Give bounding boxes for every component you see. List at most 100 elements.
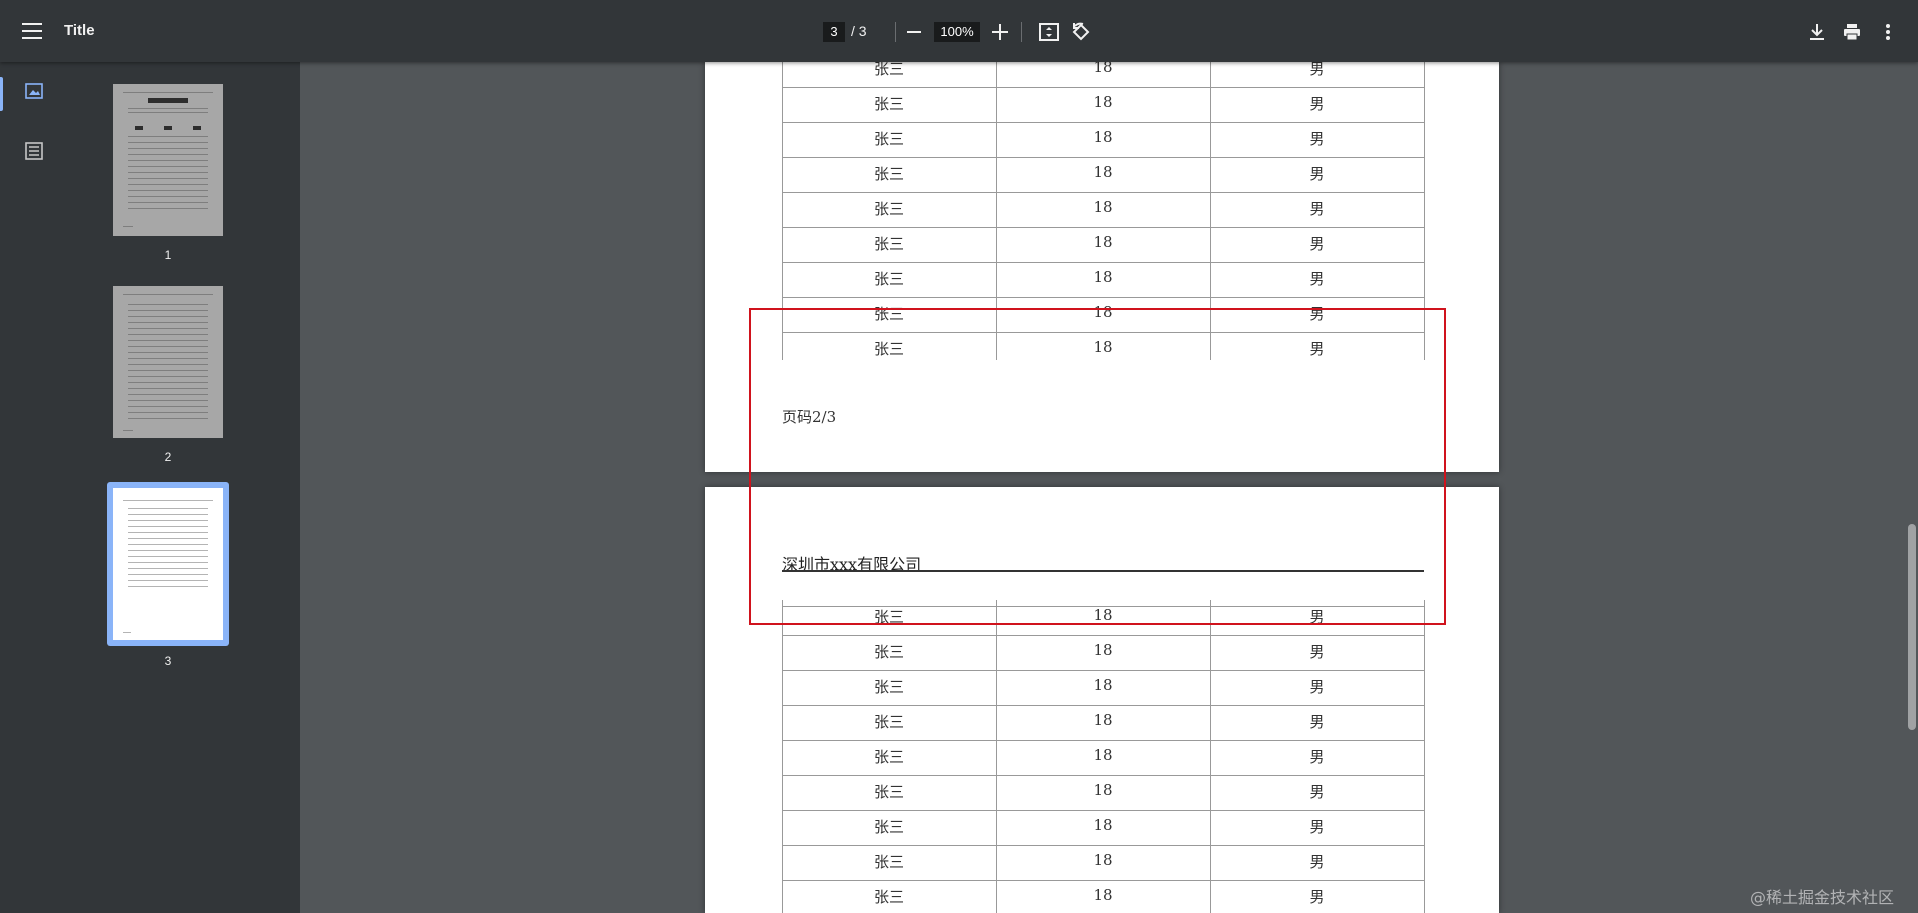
- table-row-border: [782, 810, 1424, 811]
- table-cell-gender: 男: [1309, 853, 1325, 871]
- vertical-scrollbar[interactable]: [1906, 62, 1918, 913]
- table-cell-name: 张三: [873, 818, 904, 836]
- table-cell-gender: 男: [1309, 340, 1325, 358]
- outline-view-icon[interactable]: [25, 142, 43, 160]
- table-row-border: [782, 227, 1424, 228]
- table-cell-name: 张三: [873, 713, 904, 731]
- table-row-border: [782, 845, 1424, 846]
- rotate-icon[interactable]: [1071, 22, 1091, 42]
- table-cell-age: 18: [1093, 198, 1113, 216]
- table-cell-gender: 男: [1309, 305, 1325, 323]
- table-row-border: [782, 705, 1424, 706]
- table-cell-age: 18: [1093, 641, 1113, 659]
- thumbnail-page-image: [113, 488, 223, 640]
- header-rule: [782, 570, 1424, 572]
- page-footer: 页码2/3: [782, 408, 837, 426]
- table-cell-gender: 男: [1309, 783, 1325, 801]
- thumbnail-page-1[interactable]: 1: [113, 84, 223, 274]
- table-cell-gender: 男: [1309, 608, 1325, 626]
- table-row-border: [782, 122, 1424, 123]
- table-column-border: [1210, 600, 1211, 913]
- table-column-border: [1424, 600, 1425, 913]
- table-cell-gender: 男: [1309, 678, 1325, 696]
- table-cell-gender: 男: [1309, 643, 1325, 661]
- table-cell-age: 18: [1093, 268, 1113, 286]
- table-row-border: [782, 635, 1424, 636]
- table-cell-gender: 男: [1309, 713, 1325, 731]
- toolbar-divider: [1021, 22, 1022, 42]
- zoom-input[interactable]: 100%: [934, 22, 980, 42]
- thumbnail-page-3[interactable]: 3: [107, 482, 229, 682]
- table-cell-age: 18: [1093, 233, 1113, 251]
- table-cell-name: 张三: [873, 643, 904, 661]
- table-cell-name: 张三: [873, 853, 904, 871]
- table-top-border: [782, 606, 1424, 607]
- thumbnails-view-icon[interactable]: [25, 83, 43, 99]
- zoom-in-icon[interactable]: [992, 24, 1008, 40]
- table-cell-gender: 男: [1309, 888, 1325, 906]
- table-cell-gender: 男: [1309, 235, 1325, 253]
- table-cell-name: 张三: [873, 200, 904, 218]
- table-cell-name: 张三: [873, 340, 904, 358]
- table-row-border: [782, 87, 1424, 88]
- table-row-border: [782, 880, 1424, 881]
- download-icon[interactable]: [1809, 23, 1825, 41]
- table-cell-name: 张三: [873, 235, 904, 253]
- table-cell-age: 18: [1093, 303, 1113, 321]
- print-icon[interactable]: [1843, 23, 1861, 41]
- more-options-icon[interactable]: [1885, 23, 1891, 41]
- table-cell-gender: 男: [1309, 165, 1325, 183]
- table-cell-age: 18: [1093, 338, 1113, 356]
- table-column-border: [782, 600, 783, 913]
- table-cell-name: 张三: [873, 270, 904, 288]
- thumbnail-page-image: [113, 286, 223, 438]
- thumbnail-sidebar: 1 2 3: [0, 62, 300, 913]
- table-cell-age: 18: [1093, 163, 1113, 181]
- table-row-border: [782, 670, 1424, 671]
- table-column-border: [996, 52, 997, 360]
- table-column-border: [1210, 52, 1211, 360]
- table-column-border: [1424, 52, 1425, 360]
- table-cell-gender: 男: [1309, 270, 1325, 288]
- scrollbar-thumb[interactable]: [1908, 524, 1916, 730]
- fit-page-icon[interactable]: [1039, 23, 1059, 41]
- table-cell-gender: 男: [1309, 748, 1325, 766]
- menu-icon[interactable]: [22, 23, 42, 39]
- thumbnail-page-image: [113, 84, 223, 236]
- thumbnail-label: 1: [164, 248, 172, 262]
- table-cell-age: 18: [1093, 781, 1113, 799]
- toolbar-divider: [895, 22, 896, 42]
- table-cell-name: 张三: [873, 748, 904, 766]
- table-row-border: [782, 297, 1424, 298]
- table-column-border: [782, 52, 783, 360]
- table-cell-age: 18: [1093, 128, 1113, 146]
- active-rail-indicator: [0, 77, 3, 111]
- table-cell-name: 张三: [873, 130, 904, 148]
- table-cell-age: 18: [1093, 93, 1113, 111]
- zoom-out-icon[interactable]: [907, 31, 921, 33]
- table-cell-age: 18: [1093, 606, 1113, 624]
- table-row-border: [782, 775, 1424, 776]
- thumbnail-label: 3: [164, 654, 172, 668]
- table-cell-gender: 男: [1309, 130, 1325, 148]
- table-cell-age: 18: [1093, 711, 1113, 729]
- table-cell-age: 18: [1093, 746, 1113, 764]
- pdf-page-3: 深圳市xxx有限公司 张三 18 男张三 18 男张三 18 男张三 18 男张三 18 男张三 18…: [705, 487, 1499, 913]
- table-cell-gender: 男: [1309, 95, 1325, 113]
- table-cell-age: 18: [1093, 676, 1113, 694]
- table-cell-name: 张三: [873, 783, 904, 801]
- thumbnail-page-2[interactable]: 2: [113, 286, 223, 476]
- table-row-border: [782, 332, 1424, 333]
- current-page-input[interactable]: 3: [823, 22, 845, 42]
- table-cell-age: 18: [1093, 886, 1113, 904]
- pdf-toolbar: Title 3 / 3 100%: [0, 0, 1918, 62]
- pdf-page-2: 张三 18 男张三 18 男张三 18 男张三 18 男张三 18 男张三 18 男张三 18 男张三 18 男…: [705, 52, 1499, 472]
- table-cell-name: 张三: [873, 305, 904, 323]
- thumbnail-label: 2: [164, 450, 172, 464]
- page-count: / 3: [851, 23, 867, 39]
- table-cell-gender: 男: [1309, 818, 1325, 836]
- document-title: Title: [64, 22, 95, 39]
- table-row-border: [782, 262, 1424, 263]
- table-cell-age: 18: [1093, 851, 1113, 869]
- watermark: @稀土掘金技术社区: [1750, 888, 1895, 907]
